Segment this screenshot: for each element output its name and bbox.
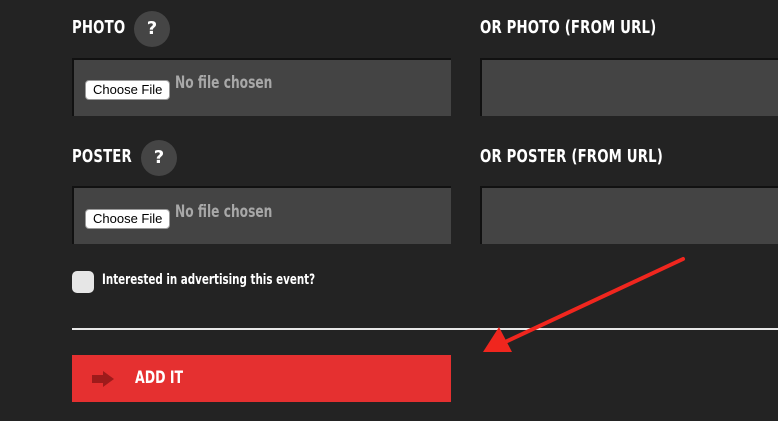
photo-choose-file-button[interactable]: Choose File — [85, 80, 171, 100]
photo-help-icon[interactable]: ? — [134, 11, 170, 47]
photo-url-label: OR PHOTO (FROM URL) — [480, 17, 657, 38]
advertising-checkbox[interactable] — [72, 271, 94, 293]
poster-no-file-text: No file chosen — [175, 202, 273, 222]
poster-help-icon[interactable]: ? — [141, 140, 177, 176]
add-it-button[interactable]: ADD IT — [72, 355, 451, 402]
poster-url-label: OR POSTER (FROM URL) — [480, 146, 664, 167]
arrow-right-icon — [92, 371, 114, 387]
advertising-checkbox-label: Interested in advertising this event? — [102, 272, 316, 288]
photo-label: PHOTO — [72, 17, 126, 38]
photo-url-input[interactable] — [480, 58, 778, 116]
poster-url-input[interactable] — [480, 186, 778, 244]
divider — [72, 328, 778, 330]
add-it-label: ADD IT — [135, 368, 184, 388]
poster-file-input[interactable]: Choose File No file chosen — [72, 186, 451, 244]
poster-label: POSTER — [72, 146, 132, 167]
photo-no-file-text: No file chosen — [175, 73, 273, 93]
poster-choose-file-button[interactable]: Choose File — [85, 209, 171, 229]
photo-file-input[interactable]: Choose File No file chosen — [72, 58, 451, 116]
